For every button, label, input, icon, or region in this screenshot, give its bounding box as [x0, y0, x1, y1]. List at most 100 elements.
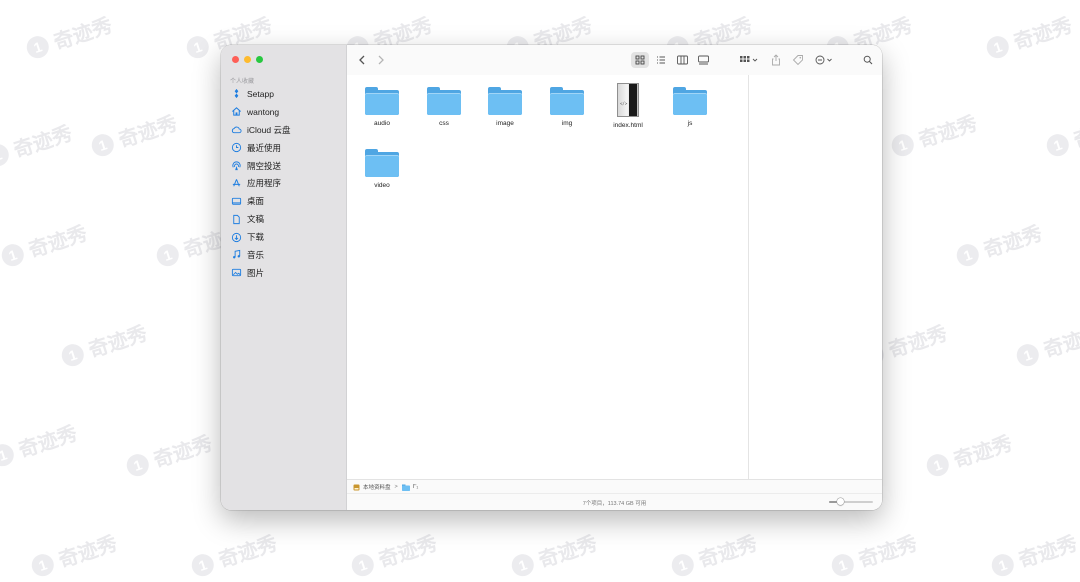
- folder-icon: [673, 87, 707, 115]
- watermark: 1奇迹秀: [828, 527, 921, 582]
- sidebar-item-label: 图片: [247, 267, 265, 278]
- cloud-icon: [231, 126, 242, 134]
- watermark: 1奇迹秀: [58, 317, 151, 372]
- file-item-index-html[interactable]: </> index.html: [600, 83, 656, 129]
- file-item-css[interactable]: css: [416, 87, 472, 127]
- back-button[interactable]: [357, 53, 367, 67]
- file-item-img[interactable]: img: [539, 87, 595, 127]
- sidebar-item-label: wantong: [247, 106, 280, 117]
- watermark: 1奇迹秀: [508, 527, 601, 582]
- share-button[interactable]: [770, 53, 782, 67]
- folder-icon: [488, 87, 522, 115]
- sidebar-item-setapp[interactable]: Setapp: [221, 85, 346, 103]
- column-view-icon: [676, 55, 688, 65]
- sidebar-item-label: iCloud 云盘: [247, 124, 291, 135]
- file-grid: audio css image img </> index.html js vi…: [347, 75, 749, 480]
- watermark: 1奇迹秀: [28, 527, 121, 582]
- view-mode-group: [629, 52, 711, 68]
- share-icon: [772, 54, 780, 66]
- applications-icon: [232, 179, 241, 187]
- watermark: 1奇迹秀: [0, 217, 90, 272]
- finder-window: 个人收藏 Setapp wantong iCloud 云盘 最近使用 隔空投送: [221, 45, 882, 510]
- watermark: 1奇迹秀: [1043, 107, 1080, 162]
- watermark: 1奇迹秀: [923, 427, 1016, 482]
- sidebar-item-wantong[interactable]: wantong: [221, 103, 346, 121]
- grid-group-icon: [740, 56, 758, 62]
- icon-view-button[interactable]: [631, 52, 649, 68]
- sidebar-item-label: 隔空投送: [247, 160, 282, 171]
- sidebar: 个人收藏 Setapp wantong iCloud 云盘 最近使用 隔空投送: [221, 45, 347, 510]
- path-item-folder[interactable]: I''₁: [401, 484, 419, 491]
- folder-icon: [365, 149, 399, 177]
- disk-icon: [353, 484, 360, 490]
- forward-button[interactable]: [376, 53, 386, 67]
- path-folder-label: I''₁: [412, 484, 419, 490]
- group-by-button[interactable]: [738, 53, 760, 67]
- watermark: 1奇迹秀: [953, 217, 1046, 272]
- folder-icon: [550, 87, 584, 115]
- path-root-label: 本地资料盘: [363, 485, 391, 491]
- sidebar-item-label: 文稿: [247, 214, 265, 225]
- file-item-audio[interactable]: audio: [354, 87, 410, 127]
- file-name: audio: [374, 120, 390, 127]
- forward-chevron-icon: [378, 55, 384, 65]
- window-controls: [232, 56, 263, 63]
- path-bar: 本地资料盘 > I''₁: [347, 479, 882, 494]
- slider-knob[interactable]: [836, 498, 844, 505]
- sidebar-item-recents[interactable]: 最近使用: [221, 139, 346, 157]
- more-actions-icon: [815, 55, 832, 65]
- main-area: audio css image img </> index.html js vi…: [347, 45, 882, 510]
- watermark: 1奇迹秀: [0, 117, 75, 172]
- sidebar-item-downloads[interactable]: 下载: [221, 228, 346, 246]
- status-bar: 7个项目，113.74 GB 可用: [347, 493, 882, 510]
- gallery-view-icon: [697, 55, 709, 65]
- watermark: 1奇迹秀: [668, 527, 761, 582]
- watermark: 1奇迹秀: [348, 527, 441, 582]
- zoom-window-button[interactable]: [256, 56, 263, 63]
- column-view-button[interactable]: [673, 52, 691, 68]
- sidebar-item-desktop[interactable]: 桌面: [221, 192, 346, 210]
- sidebar-item-applications[interactable]: 应用程序: [221, 174, 346, 192]
- gallery-view-button[interactable]: [694, 52, 712, 68]
- setapp-icon: [234, 89, 239, 99]
- music-icon: [233, 250, 241, 259]
- sidebar-item-documents[interactable]: 文稿: [221, 210, 346, 228]
- watermark: 1奇迹秀: [983, 9, 1076, 64]
- file-item-image[interactable]: image: [477, 87, 533, 127]
- clock-icon: [231, 143, 242, 153]
- folder-icon: [365, 87, 399, 115]
- back-chevron-icon: [359, 55, 365, 65]
- download-icon: [231, 232, 242, 242]
- file-item-video[interactable]: video: [354, 149, 410, 189]
- sidebar-item-label: 桌面: [247, 196, 265, 207]
- sidebar-item-music[interactable]: 音乐: [221, 246, 346, 264]
- search-icon: [863, 55, 873, 65]
- tag-icon: [792, 55, 803, 66]
- watermark: 1奇迹秀: [888, 107, 981, 162]
- action-menu-button[interactable]: [814, 53, 836, 67]
- desktop-icon: [231, 197, 242, 205]
- sidebar-item-photos[interactable]: 图片: [221, 264, 346, 282]
- minimize-window-button[interactable]: [244, 56, 251, 63]
- airdrop-icon: [232, 161, 241, 171]
- watermark: 1奇迹秀: [1013, 317, 1080, 372]
- icon-view-icon: [635, 55, 645, 65]
- sidebar-item-label: Setapp: [247, 88, 274, 99]
- list-view-button[interactable]: [652, 52, 670, 68]
- file-name: css: [439, 120, 449, 127]
- search-button[interactable]: [862, 53, 874, 67]
- sidebar-item-airdrop[interactable]: 隔空投送: [221, 157, 346, 175]
- tag-button[interactable]: [791, 53, 805, 67]
- path-separator: >: [394, 484, 398, 490]
- file-name: image: [496, 120, 514, 127]
- sidebar-item-icloud[interactable]: iCloud 云盘: [221, 121, 346, 139]
- watermark: 1奇迹秀: [988, 527, 1080, 582]
- watermark: 1奇迹秀: [0, 417, 80, 472]
- sidebar-item-label: 最近使用: [247, 142, 282, 153]
- file-item-js[interactable]: js: [662, 87, 718, 127]
- file-name: index.html: [613, 122, 643, 129]
- sidebar-item-label: 应用程序: [247, 178, 282, 189]
- close-window-button[interactable]: [232, 56, 239, 63]
- path-item-root[interactable]: 本地资料盘: [353, 483, 391, 491]
- icon-size-slider[interactable]: [829, 498, 873, 505]
